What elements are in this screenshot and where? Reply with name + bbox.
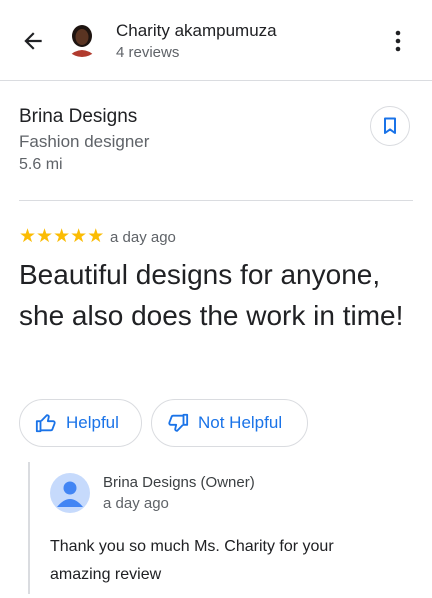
not-helpful-label: Not Helpful: [198, 413, 283, 432]
thumb-down-icon: [168, 413, 189, 432]
owner-name: Brina Designs (Owner): [103, 474, 255, 491]
reviewer-name[interactable]: Charity akampumuza: [116, 21, 277, 41]
star-icon: ★: [87, 226, 105, 247]
star-icon: ★: [36, 226, 54, 247]
person-icon: [57, 481, 83, 507]
owner-response-timestamp: a day ago: [103, 495, 169, 512]
user-avatar[interactable]: [64, 21, 100, 57]
helpful-label: Helpful: [66, 413, 119, 432]
place-distance: 5.6 mi: [19, 156, 63, 173]
more-vert-icon: [395, 30, 401, 52]
bookmark-icon: [384, 117, 396, 134]
review-text: Beautiful designs for anyone, she also d…: [19, 259, 404, 331]
not-helpful-button[interactable]: Not Helpful: [151, 399, 308, 447]
arrow-back-icon: [24, 32, 42, 50]
more-options-button[interactable]: [388, 28, 408, 54]
star-icon: ★: [19, 226, 37, 247]
owner-response-bar: [28, 462, 30, 594]
user-avatar-image: [64, 21, 100, 57]
thumb-up-icon: [35, 414, 56, 433]
reviewer-review-count: 4 reviews: [116, 44, 180, 61]
place-category: Fashion designer: [19, 132, 150, 151]
section-divider: [19, 200, 413, 201]
review-timestamp: a day ago: [110, 229, 176, 246]
place-name[interactable]: Brina Designs: [19, 106, 137, 128]
top-app-bar: Charity akampumuza 4 reviews: [0, 0, 432, 81]
helpful-button[interactable]: Helpful: [19, 399, 142, 447]
owner-avatar: [50, 473, 90, 513]
back-button[interactable]: [20, 28, 46, 54]
star-rating: ★ ★ ★ ★ ★: [19, 226, 105, 247]
star-icon: ★: [70, 226, 88, 247]
star-icon: ★: [53, 226, 71, 247]
owner-response-text: Thank you so much Ms. Charity for your a…: [50, 538, 334, 583]
save-bookmark-button[interactable]: [370, 106, 410, 146]
